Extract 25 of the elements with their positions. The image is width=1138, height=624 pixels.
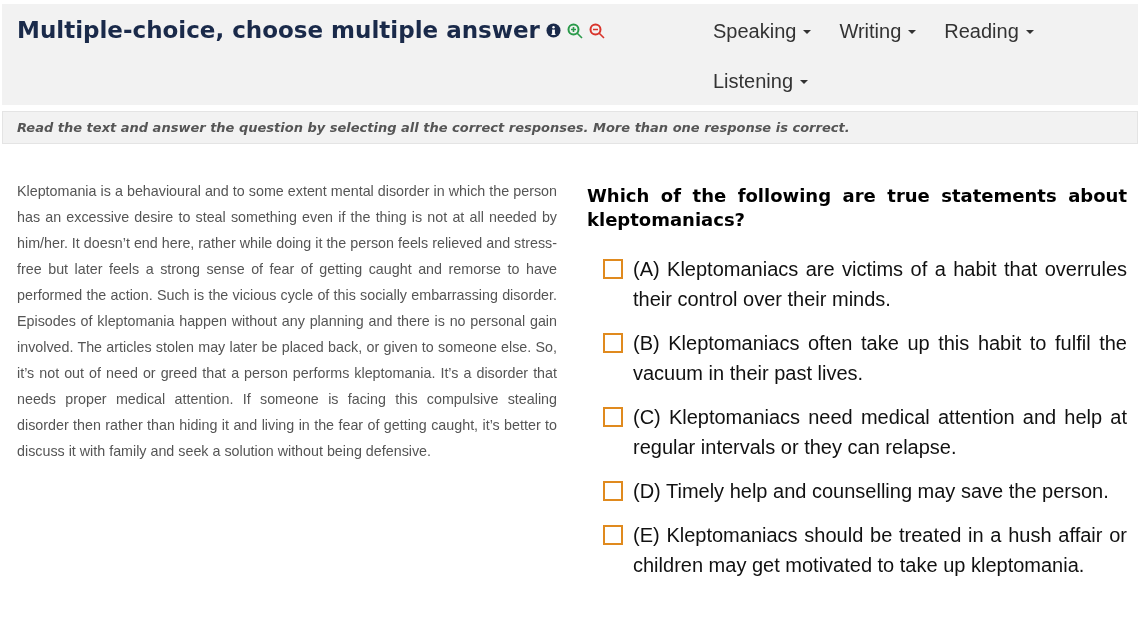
option-text: (E) Kleptomaniacs should be treated in a hush affair or children may get motivated to take up kleptomania. xyxy=(633,523,1127,578)
checkbox[interactable] xyxy=(603,407,623,427)
passage-text: Kleptomania is a behavioural and to some extent mental disorder in which the person has an excessive desire to steal something even if the thing is not at all needed by him/her. It doesn’t end here, rather while doing it the person feels relieved and stress-free but later feels a strong sense of fear of getting caught and remorse to have performed the action. Such is the vicious cycle of this socially embarrassing disorder. Episodes of kleptomania happen without any planning and there is no personal gain involved. The articles stolen may later be placed back, or given to someone else. So, it’s not out of need or greed that a person performs kleptomania. It’s a disorder that needs proper medical attention. If someone is facing this compulsive stealing disorder then rather than hiding it and living in the fear of getting caught, it’s better to discuss it with family and seek a solution without being defensive. xyxy=(17,182,557,461)
option-text: (C) Kleptomaniacs need medical attention and help at regular intervals or they can relapse. xyxy=(633,405,1127,460)
checkbox[interactable] xyxy=(603,333,623,353)
instruction-text: Read the text and answer the question by selecting all the correct responses. More than one response is correct. xyxy=(2,111,1138,144)
question-text: Which of the following are true statements about kleptomaniacs? xyxy=(587,184,1127,232)
option-text: (D) Timely help and counselling may save the person. xyxy=(633,479,1110,504)
caret-icon xyxy=(800,80,809,84)
nav-menu-item[interactable]: Speaking xyxy=(713,18,812,44)
option-text: (A) Kleptomaniacs are victims of a habit that overrules their control over their minds. xyxy=(633,257,1127,312)
option-text: (B) Kleptomaniacs often take up this habit to fulfil the vacuum in their past lives. xyxy=(633,331,1127,386)
nav-menu-item[interactable]: Listening xyxy=(713,68,809,94)
zoom-out-icon[interactable] xyxy=(588,23,605,39)
checkbox[interactable] xyxy=(603,259,623,279)
caret-icon xyxy=(1025,30,1034,34)
nav-menu-item[interactable]: Writing xyxy=(839,18,917,44)
info-icon[interactable] xyxy=(545,23,561,38)
checkbox[interactable] xyxy=(603,525,623,545)
checkbox[interactable] xyxy=(603,481,623,501)
caret-icon xyxy=(803,30,812,34)
nav-menu-item[interactable]: Reading xyxy=(944,18,1034,44)
zoom-in-icon[interactable] xyxy=(566,23,583,39)
page-title: Multiple-choice, choose multiple answer xyxy=(17,16,540,44)
caret-icon xyxy=(908,30,917,34)
